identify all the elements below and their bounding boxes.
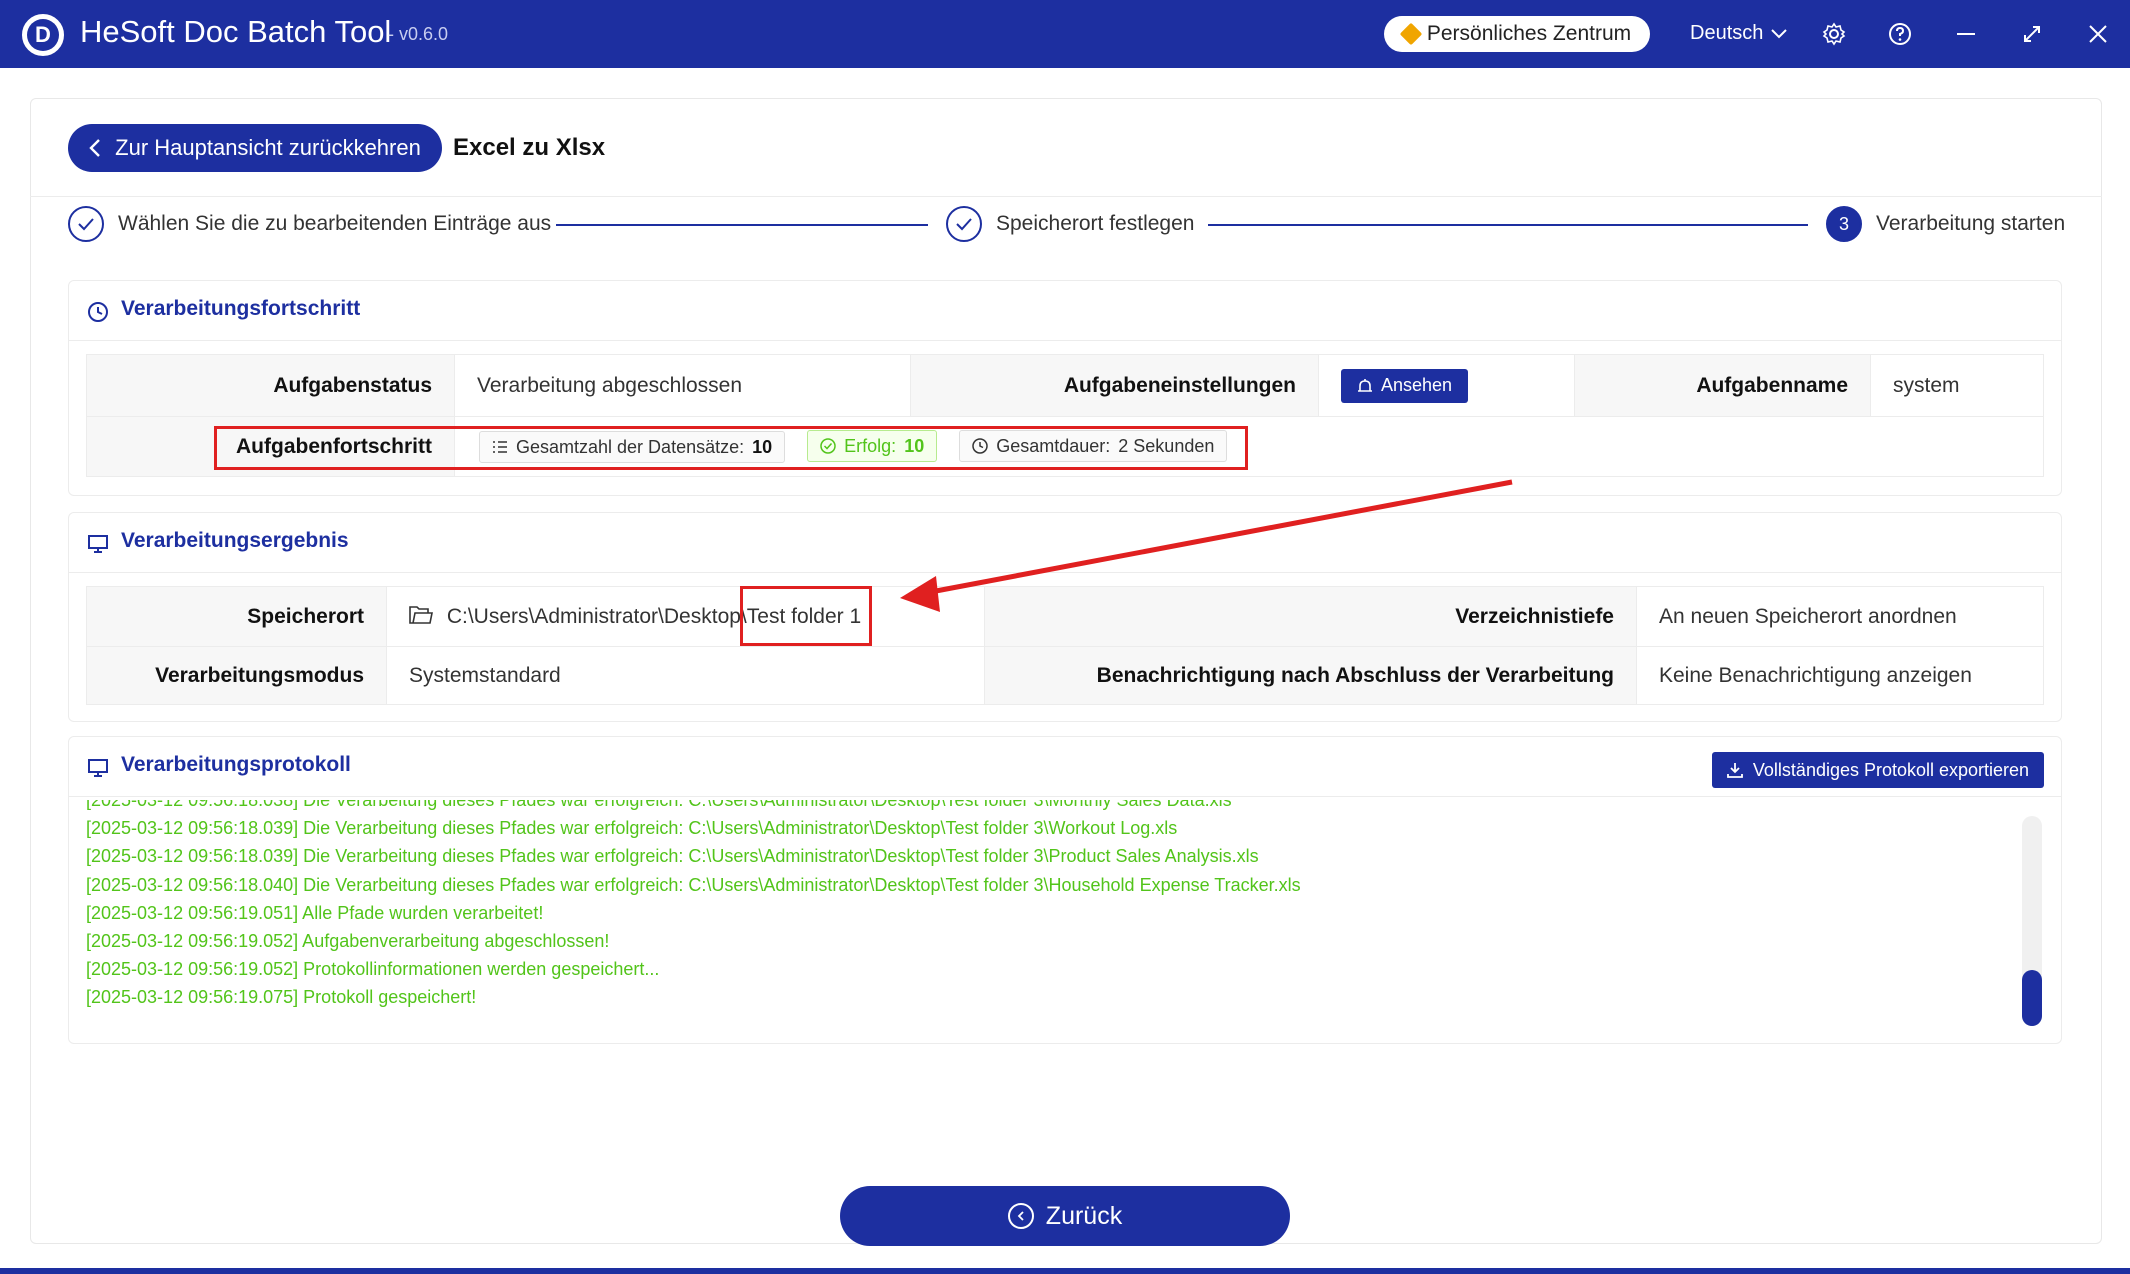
- app-logo: D: [22, 14, 64, 56]
- notify-label: Benachrichtigung nach Abschluss der Vera…: [984, 646, 1637, 705]
- log-line: [2025-03-12 09:56:18.038] Die Verarbeitu…: [86, 800, 1232, 810]
- step-start-processing: 3 Verarbeitung starten: [1826, 206, 2065, 242]
- chevron-left-icon: [89, 139, 100, 157]
- status-value: Verarbeitung abgeschlossen: [454, 354, 911, 417]
- tiefe-value: An neuen Speicherort anordnen: [1636, 586, 2044, 647]
- notify-value: Keine Benachrichtigung anzeigen: [1636, 646, 2044, 705]
- name-label: Aufgabenname: [1574, 354, 1871, 417]
- log-list[interactable]: [2025-03-12 09:56:18.038] Die Verarbeitu…: [86, 800, 2006, 1028]
- log-line: [2025-03-12 09:56:19.052] Protokollinfor…: [86, 959, 660, 980]
- app-version: - v0.6.0: [388, 24, 449, 44]
- name-value: system: [1870, 354, 2044, 417]
- card-header: Verarbeitungsergebnis: [69, 513, 2061, 573]
- back-to-main-button[interactable]: Zur Hauptansicht zurückkehren: [68, 124, 442, 172]
- step-connector: [556, 224, 928, 226]
- log-line: [2025-03-12 09:56:18.040] Die Verarbeitu…: [86, 874, 1301, 895]
- tiefe-label: Verzeichnistiefe: [984, 586, 1637, 647]
- export-log-button[interactable]: Vollständiges Protokoll exportieren: [1712, 752, 2044, 788]
- card-title: Verarbeitungsergebnis: [121, 529, 349, 552]
- clock-icon: [88, 302, 108, 322]
- folder-icon: [409, 605, 433, 624]
- app-title: HeSoft Doc Batch Tool: [80, 14, 392, 49]
- speicherort-label: Speicherort: [86, 586, 387, 647]
- monitor-icon: [88, 535, 108, 553]
- log-line: [2025-03-12 09:56:18.039] Die Verarbeitu…: [86, 818, 1178, 839]
- language-select[interactable]: Deutsch: [1690, 22, 1788, 45]
- log-scrollbar-thumb[interactable]: [2022, 970, 2042, 1026]
- speicherort-value[interactable]: C:\Users\Administrator\Desktop\Test fold…: [386, 586, 985, 647]
- step-number: 3: [1826, 206, 1862, 242]
- maximize-icon[interactable]: [2016, 18, 2048, 50]
- chevron-down-icon: [1771, 28, 1788, 38]
- step-set-location: Speicherort festlegen: [946, 206, 1194, 242]
- page-title: Excel zu Xlsx: [453, 134, 606, 161]
- settings-label: Aufgabeneinstellungen: [910, 354, 1319, 417]
- log-line: [2025-03-12 09:56:19.075] Protokoll gesp…: [86, 987, 477, 1008]
- result-table: Speicherort C:\Users\Administrator\Deskt…: [86, 586, 2044, 705]
- monitor-icon: [88, 759, 108, 777]
- view-settings-button[interactable]: Ansehen: [1341, 368, 1469, 403]
- personal-center-button[interactable]: Persönliches Zentrum: [1384, 16, 1650, 52]
- card-header: Verarbeitungsfortschritt: [69, 281, 2061, 341]
- alarm-icon: [1358, 378, 1372, 392]
- highlight-progress-box: [214, 426, 1248, 470]
- back-arrow-icon: [1007, 1203, 1034, 1229]
- bottom-strip: [0, 1268, 2130, 1274]
- help-icon[interactable]: [1884, 18, 1916, 50]
- log-line: [2025-03-12 09:56:19.052] Aufgabenverarb…: [86, 930, 610, 951]
- modus-value: Systemstandard: [386, 646, 985, 705]
- gear-icon[interactable]: [1818, 18, 1850, 50]
- card-title: Verarbeitungsfortschritt: [121, 297, 361, 320]
- check-icon: [68, 206, 104, 242]
- title-bar: D HeSoft Doc Batch Tool - v0.6.0 Persönl…: [0, 0, 2130, 68]
- step-select-entries: Wählen Sie die zu bearbeitenden Einträge…: [68, 206, 551, 242]
- highlight-folder-box: [740, 586, 872, 646]
- header-divider: [30, 196, 2102, 197]
- zurueck-button[interactable]: Zurück: [840, 1186, 1290, 1246]
- step-connector: [1208, 224, 1808, 226]
- log-line: [2025-03-12 09:56:19.051] Alle Pfade wur…: [86, 902, 544, 923]
- modus-label: Verarbeitungsmodus: [86, 646, 387, 705]
- log-line: [2025-03-12 09:56:18.039] Die Verarbeitu…: [86, 846, 1259, 867]
- minimize-icon[interactable]: [1950, 18, 1982, 50]
- download-icon: [1727, 763, 1743, 778]
- status-label: Aufgabenstatus: [86, 354, 455, 417]
- check-icon: [946, 206, 982, 242]
- card-title: Verarbeitungsprotokoll: [121, 753, 351, 776]
- diamond-icon: [1399, 22, 1423, 46]
- close-icon[interactable]: [2082, 18, 2114, 50]
